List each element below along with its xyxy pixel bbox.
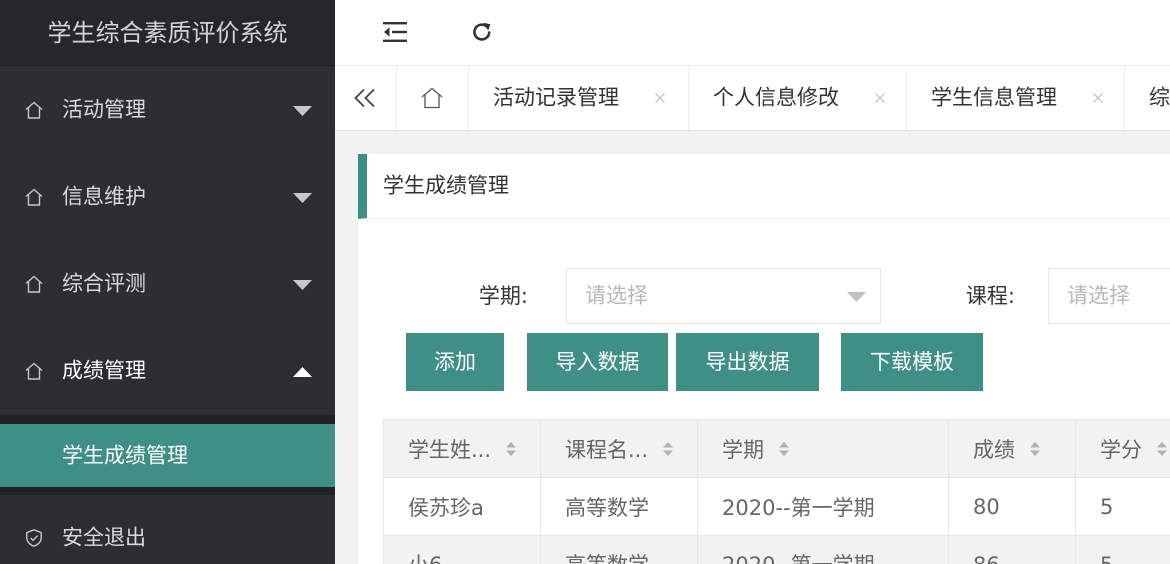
column-header-semester[interactable]: 学期 <box>698 420 949 478</box>
table-cell: 80 <box>949 478 1076 536</box>
home-icon <box>25 101 43 119</box>
table-row[interactable]: 侯苏珍a 高等数学 2020--第一学期 80 5 <box>384 478 1170 536</box>
sidebar-item-label: 综合评测 <box>62 271 146 296</box>
indent-icon[interactable] <box>383 22 407 42</box>
sidebar: 学生综合素质评价系统 活动管理 信息维护 综合评测 成绩管理 学生成绩管理 安全… <box>0 0 335 564</box>
home-icon <box>25 275 43 293</box>
sidebar-subitem-label: 学生成绩管理 <box>62 443 188 467</box>
table-cell: 小6 <box>384 536 541 564</box>
tab-label: 个人信息修改 <box>713 85 839 110</box>
column-header-score[interactable]: 成绩 <box>949 420 1076 478</box>
tab-scroll-left-button[interactable] <box>335 66 397 130</box>
import-data-button[interactable]: 导入数据 <box>527 333 668 391</box>
table-cell: 86 <box>949 536 1076 564</box>
caret-down-icon <box>293 280 312 290</box>
sort-icon[interactable] <box>1156 441 1168 457</box>
table-cell: 2020--第一学期 <box>698 536 949 564</box>
tab-home[interactable] <box>397 66 469 130</box>
tab-bar: 活动记录管理 个人信息修改 学生信息管理 综 <box>335 66 1170 131</box>
home-icon <box>25 362 43 380</box>
download-template-button[interactable]: 下载模板 <box>841 333 983 391</box>
sidebar-item-label: 成绩管理 <box>62 358 146 383</box>
caret-down-icon <box>293 106 312 116</box>
home-icon <box>421 87 443 109</box>
close-icon[interactable] <box>1092 92 1104 104</box>
card-header: 学生成绩管理 <box>358 154 1170 219</box>
content-card: 学生成绩管理 学期: 请选择 课程: 请选择 添加 导入数据 导出数据 下载模板… <box>358 154 1170 564</box>
table-row[interactable]: 小6 高等数学 2020--第一学期 86 5 <box>384 536 1170 564</box>
sidebar-item-activity[interactable]: 活动管理 <box>0 67 335 154</box>
sort-icon[interactable] <box>1029 441 1041 457</box>
semester-select-placeholder: 请选择 <box>585 283 648 308</box>
tab-personal-info[interactable]: 个人信息修改 <box>689 66 907 130</box>
export-data-button[interactable]: 导出数据 <box>676 333 819 391</box>
column-header-label: 学生姓... <box>408 437 492 462</box>
table-cell: 侯苏珍a <box>384 478 541 536</box>
column-header-course-name[interactable]: 课程名... <box>541 420 698 478</box>
sidebar-item-evaluation[interactable]: 综合评测 <box>0 241 335 328</box>
sidebar-item-label: 信息维护 <box>62 184 146 209</box>
caret-up-icon <box>293 367 312 377</box>
sidebar-item-label: 安全退出 <box>62 525 146 550</box>
close-icon[interactable] <box>874 92 886 104</box>
table-cell: 2020--第一学期 <box>698 478 949 536</box>
tab-label: 学生信息管理 <box>931 85 1057 110</box>
column-header-label: 学分 <box>1100 437 1142 462</box>
table-header-row: 学生姓... 课程名... 学期 成绩 学分 <box>384 420 1170 478</box>
sidebar-item-grades[interactable]: 成绩管理 <box>0 328 335 415</box>
sidebar-submenu-grades: 学生成绩管理 <box>0 415 335 495</box>
tab-label: 活动记录管理 <box>493 85 619 110</box>
column-header-label: 学期 <box>722 437 764 462</box>
sort-icon[interactable] <box>662 441 674 457</box>
sort-icon[interactable] <box>505 441 517 457</box>
chevron-down-icon <box>847 292 866 302</box>
course-select-placeholder: 请选择 <box>1067 283 1130 308</box>
sidebar-item-info[interactable]: 信息维护 <box>0 154 335 241</box>
close-icon[interactable] <box>654 92 666 104</box>
grades-table: 学生姓... 课程名... 学期 成绩 学分 侯苏珍a 高等数学 2020--第… <box>383 419 1170 564</box>
course-label: 课程: <box>965 284 1015 308</box>
top-header <box>335 0 1170 66</box>
add-button[interactable]: 添加 <box>406 333 504 391</box>
semester-label: 学期: <box>478 284 528 308</box>
table-cell: 5 <box>1076 478 1170 536</box>
sidebar-item-logout[interactable]: 安全退出 <box>0 495 335 564</box>
semester-select[interactable]: 请选择 <box>566 268 881 324</box>
table-cell: 高等数学 <box>541 536 698 564</box>
home-icon <box>25 188 43 206</box>
app-title: 学生综合素质评价系统 <box>0 0 335 66</box>
column-header-label: 成绩 <box>973 437 1015 462</box>
table-cell: 高等数学 <box>541 478 698 536</box>
course-select[interactable]: 请选择 <box>1048 268 1170 324</box>
page-title: 学生成绩管理 <box>383 173 509 198</box>
sort-icon[interactable] <box>778 441 790 457</box>
caret-down-icon <box>293 193 312 203</box>
tab-label: 综 <box>1149 85 1170 110</box>
table-cell: 5 <box>1076 536 1170 564</box>
double-left-icon <box>354 88 375 108</box>
tab-comprehensive[interactable]: 综 <box>1125 66 1170 130</box>
tab-activity-records[interactable]: 活动记录管理 <box>469 66 689 130</box>
sidebar-item-label: 活动管理 <box>62 97 146 122</box>
column-header-label: 课程名... <box>565 437 649 462</box>
refresh-icon[interactable] <box>471 21 493 43</box>
column-header-student-name[interactable]: 学生姓... <box>384 420 541 478</box>
sidebar-subitem-student-grades[interactable]: 学生成绩管理 <box>0 424 335 487</box>
shield-check-icon <box>26 529 42 547</box>
tab-student-info[interactable]: 学生信息管理 <box>907 66 1125 130</box>
column-header-credit[interactable]: 学分 <box>1076 420 1170 478</box>
